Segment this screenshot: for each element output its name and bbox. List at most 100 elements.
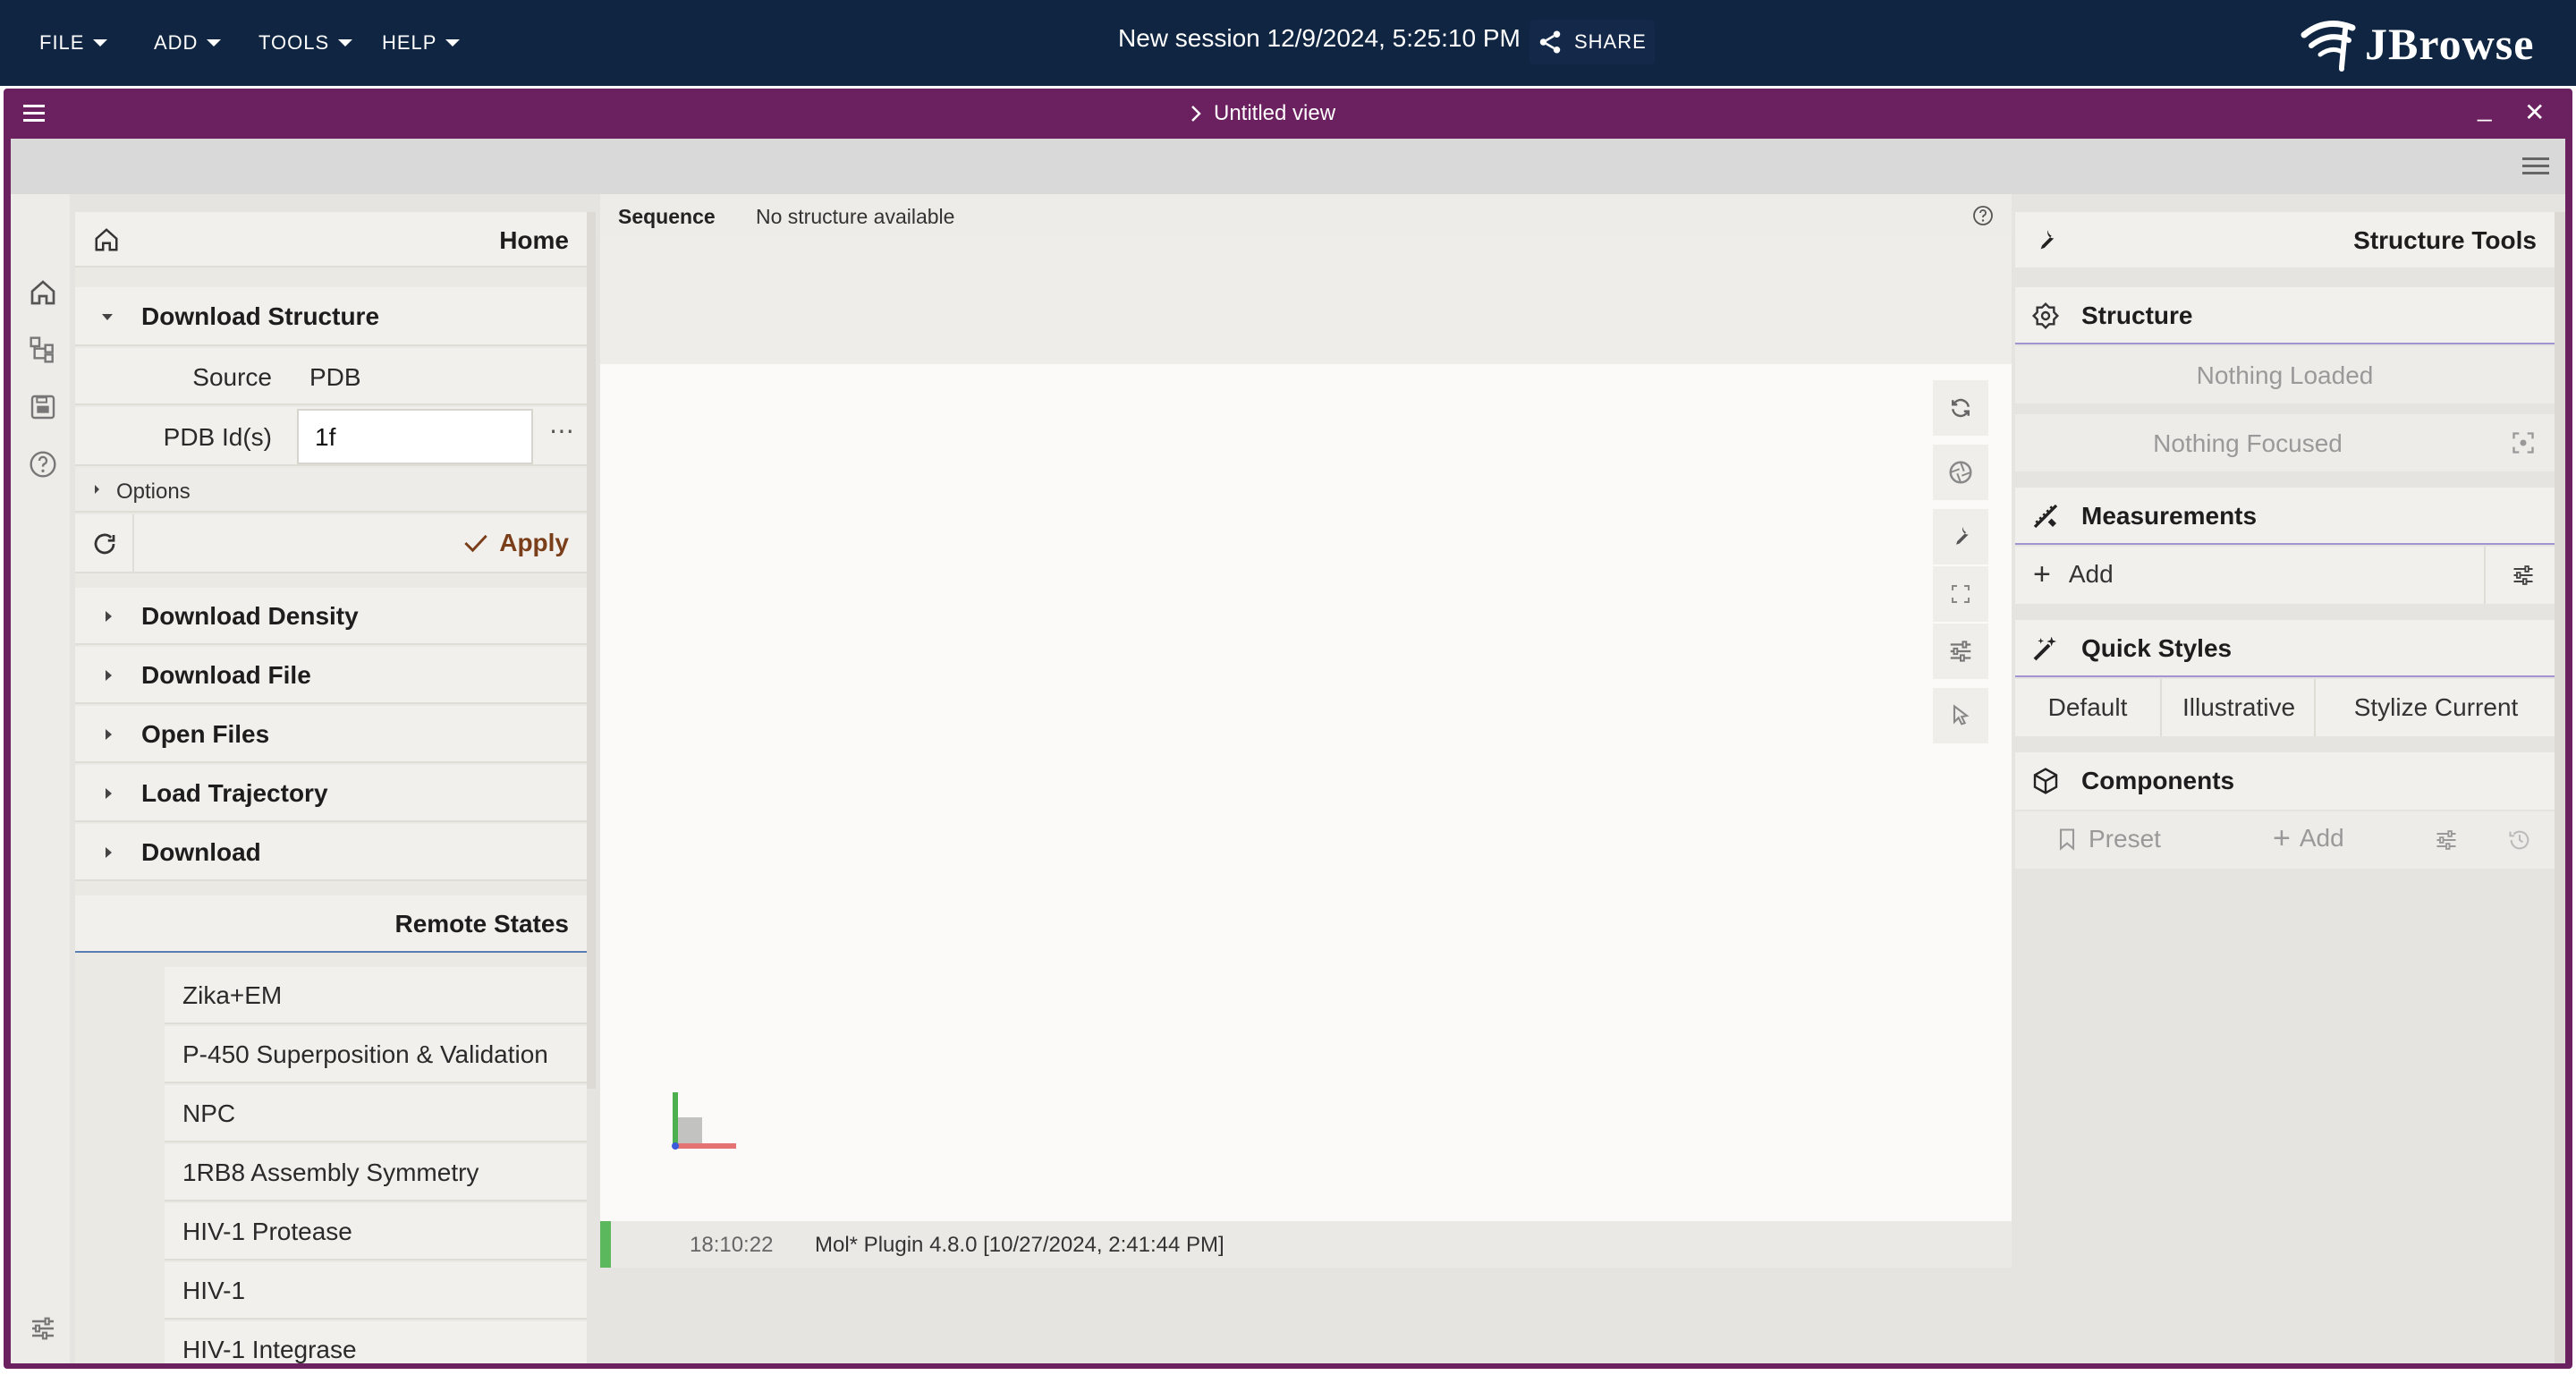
app-header: FILE ADD TOOLS HELP New session 12/9/202… [0, 0, 2576, 86]
help-menu[interactable]: HELP [382, 27, 461, 59]
refresh-icon[interactable] [91, 530, 118, 557]
pdb-id-row: PDB Id(s) 1f ⋯ [75, 407, 587, 466]
magic-wand-icon [2033, 636, 2056, 661]
remote-state-label: HIV-1 [182, 1277, 246, 1304]
sequence-bar: Sequence No structure available [600, 194, 2012, 237]
share-icon [1539, 30, 1561, 54]
illustrative-style-button[interactable]: Illustrative [2164, 679, 2316, 736]
view-menu-icon[interactable] [21, 101, 48, 126]
3d-canvas[interactable] [600, 364, 2012, 1221]
list-item[interactable]: P-450 Superposition & Validation [165, 1026, 587, 1083]
reset-camera-icon [1952, 398, 1970, 418]
cube-icon [2033, 768, 2058, 794]
apply-label: Apply [499, 529, 569, 556]
pdb-id-more-button[interactable]: ⋯ [549, 416, 574, 446]
measurements-add-row: + Add [2015, 547, 2555, 604]
chevron-down-icon [207, 39, 222, 47]
fullscreen-button[interactable] [1933, 566, 1988, 622]
cursor-pointer-icon [1953, 704, 1970, 726]
remote-state-label: Zika+EM [182, 981, 283, 1009]
home-icon[interactable] [29, 278, 57, 307]
settings-sliders-icon[interactable] [2511, 563, 2536, 588]
remote-state-label: P-450 Superposition & Validation [182, 1040, 548, 1068]
screenshot-button[interactable] [1933, 445, 1988, 500]
quick-styles-section-header: Quick Styles [2015, 620, 2555, 677]
help-icon[interactable] [29, 450, 57, 479]
structure-tools-title: Structure Tools [2353, 226, 2537, 254]
components-title: Components [2081, 767, 2235, 794]
help-menu-label: HELP [382, 31, 437, 54]
tools-menu[interactable]: TOOLS [258, 27, 353, 59]
pdb-id-input[interactable]: 1f [297, 409, 533, 464]
remote-state-label: HIV-1 Integrase [182, 1336, 357, 1363]
preset-label: Preset [2089, 825, 2161, 853]
add-component-label: Add [2299, 824, 2344, 852]
download-density-header[interactable]: Download Density [75, 588, 587, 645]
source-select[interactable]: PDB [290, 348, 587, 405]
home-title: Home [499, 226, 569, 254]
view-title-button[interactable]: Untitled view [1189, 101, 1335, 126]
download-title: Download [141, 838, 261, 866]
molstar-plugin: Home Download Structure Source PDB PDB I… [11, 139, 2565, 1363]
list-item[interactable]: NPC [165, 1085, 587, 1142]
reset-camera-button[interactable] [1933, 380, 1988, 436]
focus-select[interactable]: Nothing Focused [2015, 414, 2555, 471]
chevron-right-icon [1191, 106, 1201, 122]
share-label: SHARE [1574, 30, 1647, 53]
check-icon [464, 534, 487, 553]
apply-row: Apply [75, 514, 587, 573]
state-tree-icon[interactable] [29, 335, 57, 364]
help-icon[interactable] [1972, 205, 1994, 226]
list-item[interactable]: HIV-1 Integrase [165, 1321, 587, 1363]
default-style-button[interactable]: Default [2015, 679, 2162, 736]
options-toggle[interactable]: Options [75, 468, 587, 513]
scrollbar[interactable] [2555, 212, 2565, 1363]
minimize-view-button[interactable]: _ [2478, 94, 2492, 123]
add-measurement-button[interactable]: + Add [2033, 559, 2114, 590]
list-item[interactable]: Zika+EM [165, 967, 587, 1024]
add-menu[interactable]: ADD [154, 27, 222, 59]
add-component-button[interactable]: + Add [2273, 823, 2344, 853]
settings-sliders-icon[interactable] [2434, 828, 2459, 853]
focus-target-icon [2512, 432, 2534, 454]
structure-tools-header: Structure Tools [2015, 212, 2555, 267]
chevron-down-icon [445, 39, 461, 47]
view-container: Untitled view _ ✕ Home Download Structur… [4, 89, 2572, 1369]
list-item[interactable]: HIV-1 [165, 1262, 587, 1320]
layout-menu-icon[interactable] [2521, 155, 2551, 178]
apply-button[interactable]: Apply [463, 529, 569, 557]
pdb-id-label: PDB Id(s) [163, 423, 272, 451]
session-title[interactable]: New session 12/9/2024, 5:25:10 PM [1118, 24, 1521, 53]
download-structure-title: Download Structure [141, 302, 380, 330]
scrollbar[interactable] [587, 212, 596, 1089]
remote-states-list: Zika+EM P-450 Superposition & Validation… [75, 967, 587, 1363]
wrench-icon [2040, 230, 2055, 250]
open-files-header[interactable]: Open Files [75, 706, 587, 763]
structure-select[interactable]: Nothing Loaded [2015, 346, 2555, 403]
source-label: Source [192, 363, 272, 391]
pdb-id-value: 1f [315, 423, 336, 451]
selection-mode-button[interactable] [1933, 688, 1988, 743]
download-structure-header[interactable]: Download Structure [75, 287, 587, 346]
stylize-current-button[interactable]: Stylize Current [2318, 679, 2555, 736]
save-state-icon[interactable] [29, 393, 57, 421]
download-header[interactable]: Download [75, 824, 587, 881]
remote-state-label: 1RB8 Assembly Symmetry [182, 1159, 479, 1186]
settings-button[interactable] [1933, 624, 1988, 679]
measurements-section-header: Measurements [2015, 488, 2555, 545]
chevron-right-icon [106, 611, 112, 622]
preset-button[interactable]: Preset [2055, 825, 2161, 853]
list-item[interactable]: 1RB8 Assembly Symmetry [165, 1144, 587, 1201]
file-menu[interactable]: FILE [39, 27, 108, 59]
load-trajectory-header[interactable]: Load Trajectory [75, 765, 587, 822]
close-view-button[interactable]: ✕ [2524, 98, 2545, 127]
settings-sliders-icon[interactable] [29, 1314, 57, 1343]
download-file-header[interactable]: Download File [75, 647, 587, 704]
share-button[interactable]: SHARE [1530, 20, 1655, 64]
chevron-right-icon [106, 729, 112, 740]
components-actions-row: Preset + Add [2015, 811, 2555, 869]
log-row: 18:10:22 Mol* Plugin 4.8.0 [10/27/2024, … [600, 1221, 2012, 1268]
history-icon[interactable] [2507, 828, 2532, 853]
toggle-controls-button[interactable] [1933, 509, 1988, 564]
list-item[interactable]: HIV-1 Protease [165, 1203, 587, 1260]
